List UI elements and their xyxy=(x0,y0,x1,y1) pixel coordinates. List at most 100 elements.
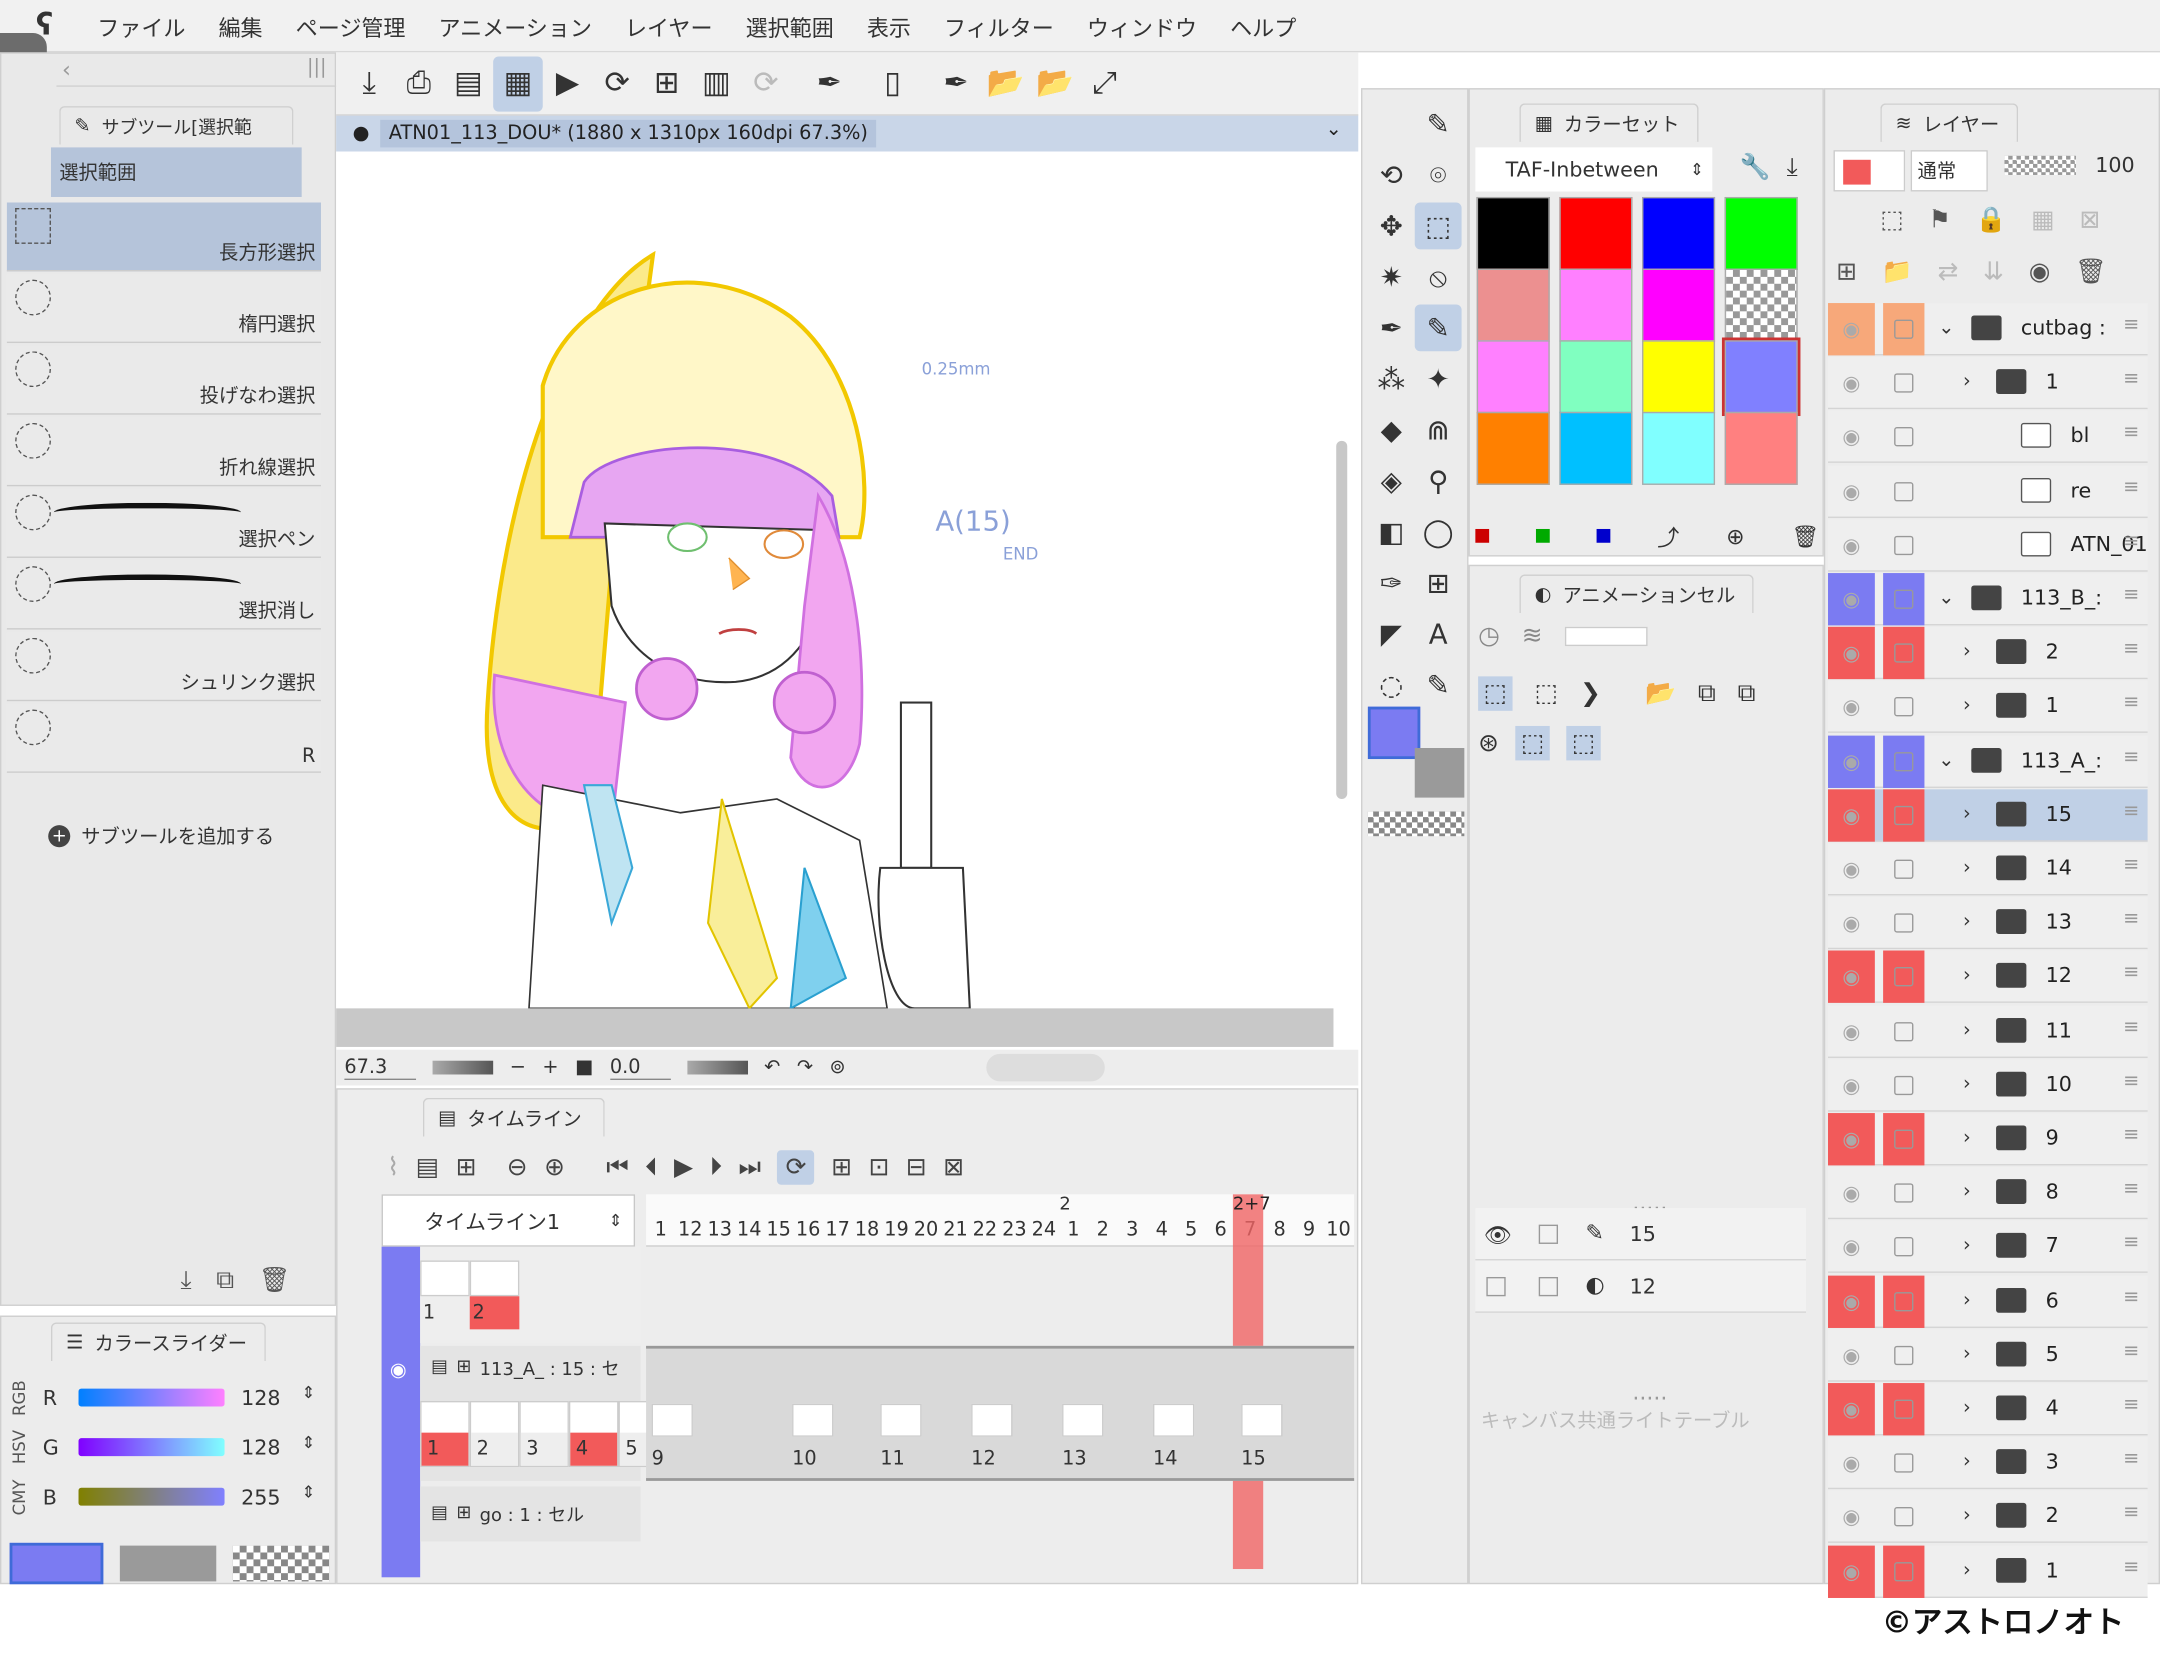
play-timeline-icon[interactable]: ▶ xyxy=(674,1152,693,1181)
layer-row[interactable]: ◉ › 9 ≡ xyxy=(1828,1113,2148,1166)
menu-icon[interactable]: ≡ xyxy=(2123,530,2139,552)
expand-arrow-icon[interactable]: › xyxy=(1963,1019,1971,1041)
ref-icon[interactable]: ⚑ xyxy=(1929,205,1951,234)
menu-item[interactable]: ファイル xyxy=(97,9,185,42)
layer-check[interactable] xyxy=(1883,1329,1924,1381)
eye-icon[interactable]: ◉ xyxy=(1828,1545,1875,1598)
check-box[interactable] xyxy=(1538,1224,1559,1244)
ruler-icon[interactable]: ◤ xyxy=(1368,610,1415,657)
import-icon[interactable]: ⤓ xyxy=(180,1266,191,1295)
sub-color-tool[interactable] xyxy=(1414,748,1465,798)
menu-item[interactable]: ページ管理 xyxy=(296,9,406,42)
menu-icon[interactable]: ≡ xyxy=(2123,1232,2139,1254)
color-swatch[interactable] xyxy=(1476,411,1550,485)
mask-icon[interactable]: ⊠ xyxy=(2080,205,2101,234)
delete-color-icon[interactable]: 🗑 xyxy=(1791,523,1819,549)
layer-row[interactable]: ◉ › 5 ≡ xyxy=(1828,1329,2148,1382)
layer-row[interactable]: ◉ ⌄ cutbag : ≡ xyxy=(1828,303,2148,356)
layer-check[interactable] xyxy=(1883,1167,1924,1219)
play-icon[interactable]: ▶ xyxy=(543,56,593,111)
frame-number[interactable]: 6 xyxy=(1206,1219,1235,1241)
menu-item[interactable]: フィルター xyxy=(944,9,1054,42)
timer-icon[interactable]: ◷ xyxy=(1478,621,1500,650)
color-mode-tab[interactable]: HSV xyxy=(10,1431,38,1465)
key-thumbnail[interactable] xyxy=(971,1403,1013,1437)
mask-add-icon[interactable]: ◉ xyxy=(2029,258,2051,287)
new-timeline-icon[interactable]: ⊞ xyxy=(456,1152,477,1181)
subtool-item[interactable]: 折れ線選択 xyxy=(6,417,321,487)
fullscreen-icon[interactable]: ⤢ xyxy=(1080,56,1130,111)
layer-check[interactable] xyxy=(1883,1005,1924,1057)
shape-circle-icon[interactable]: ◯ xyxy=(1415,508,1462,555)
expand-arrow-icon[interactable]: › xyxy=(1963,1181,1971,1203)
expand-arrow-icon[interactable]: › xyxy=(1963,965,1971,987)
menu-icon[interactable]: ≡ xyxy=(2123,368,2139,390)
color-swatch[interactable] xyxy=(1721,337,1801,417)
expand-arrow-icon[interactable]: ⌄ xyxy=(1938,587,1954,609)
rotate-right-icon[interactable]: ↷ xyxy=(797,1057,813,1079)
film-icon[interactable]: ▤ xyxy=(444,56,494,111)
expand-arrow-icon[interactable]: › xyxy=(1963,1289,1971,1311)
transparent-swatch[interactable] xyxy=(232,1545,330,1582)
grip-icon[interactable]: ||| xyxy=(307,56,327,78)
layer-check[interactable] xyxy=(1883,681,1924,733)
menu-icon[interactable]: ≡ xyxy=(2123,1286,2139,1308)
lightbox-icon[interactable]: ⊠ xyxy=(943,1152,964,1181)
frame-number[interactable]: 24 xyxy=(1029,1219,1058,1241)
select-rect-icon[interactable]: ⬚ xyxy=(1414,202,1462,250)
layer-row[interactable]: ◉ › 11 ≡ xyxy=(1828,1005,2148,1058)
new-cel-icon[interactable]: ⊞ xyxy=(642,56,692,111)
layers-icon[interactable]: ≋ xyxy=(1522,621,1543,650)
zoom-value[interactable]: 67.3 xyxy=(344,1056,417,1080)
expand-arrow-icon[interactable]: › xyxy=(1963,857,1971,879)
next-frame-icon[interactable]: ⏵ xyxy=(710,1152,722,1181)
layer-check[interactable] xyxy=(1883,843,1924,895)
move-icon[interactable]: ✥ xyxy=(1368,202,1415,249)
chevron-left-icon[interactable]: ‹ xyxy=(62,56,71,82)
check-box[interactable] xyxy=(1486,1276,1506,1297)
gradient-icon[interactable]: ◧ xyxy=(1368,508,1415,555)
key-thumbnail[interactable] xyxy=(651,1403,693,1437)
key-thumbnail[interactable] xyxy=(1153,1403,1195,1437)
new-layer-icon[interactable]: ⊞ xyxy=(1836,258,1857,287)
frame-number[interactable]: 1 xyxy=(1059,1219,1088,1241)
green-chip[interactable] xyxy=(1535,528,1550,543)
device-icon[interactable]: ▯ xyxy=(868,56,918,111)
add-subtool-button[interactable]: + サブツールを追加する xyxy=(48,822,274,850)
layer-row[interactable]: ◉ › 7 ≡ xyxy=(1828,1221,2148,1274)
lasso-rotate-icon[interactable]: ⟲ xyxy=(1368,152,1415,199)
transfer-icon[interactable]: ⇄ xyxy=(1938,258,1959,287)
layer-row[interactable]: ◉ › 10 ≡ xyxy=(1828,1059,2148,1112)
graph-icon[interactable]: ⌇ xyxy=(387,1152,399,1181)
rotate-left-icon[interactable]: ↶ xyxy=(764,1057,780,1079)
frame-icon[interactable]: ⊞ xyxy=(1415,559,1462,606)
eye-icon[interactable]: ◉ xyxy=(1828,357,1875,409)
loop-timeline-icon[interactable]: ⟳ xyxy=(777,1149,815,1185)
frame-number[interactable]: 23 xyxy=(1000,1219,1029,1241)
color-swatch[interactable] xyxy=(1476,340,1550,414)
color-mode-tab[interactable]: CMY xyxy=(10,1480,38,1516)
folder-open-icon[interactable]: 📂 xyxy=(981,56,1031,111)
menu-icon[interactable]: ≡ xyxy=(2123,746,2139,768)
eye-icon[interactable]: ◉ xyxy=(1828,1113,1875,1166)
canvas-tab[interactable]: ● ATN01_113_DOU* (1880 x 1310px 160dpi 6… xyxy=(336,115,1359,152)
first-frame-icon[interactable]: ⏮ xyxy=(606,1152,628,1181)
check-box[interactable] xyxy=(1538,1276,1559,1297)
specify-cel-icon[interactable]: ⊡ xyxy=(869,1152,890,1181)
eye-icon[interactable]: ◉ xyxy=(1828,789,1875,842)
frame-number[interactable]: 8 xyxy=(1265,1219,1294,1241)
expand-icon[interactable]: ⊞ xyxy=(456,1357,471,1378)
frame-number[interactable]: 4 xyxy=(1147,1219,1176,1241)
layer-row[interactable]: ◉ ⌄ 113_B_: ≡ xyxy=(1828,573,2148,626)
layer-color-chip[interactable] xyxy=(1833,150,1906,192)
expand-arrow-icon[interactable]: › xyxy=(1963,641,1971,663)
color-set-tab[interactable]: ▦ カラーセット xyxy=(1519,103,1699,142)
add-color-icon[interactable]: ⊕ xyxy=(1726,523,1744,549)
prev-frame-icon[interactable]: ⏴ xyxy=(645,1152,657,1181)
layer-row[interactable]: ◉ ATN_01 ≡ xyxy=(1828,519,2148,572)
track2-cell[interactable]: 2 xyxy=(469,1400,520,1468)
expand-arrow-icon[interactable]: › xyxy=(1963,1451,1971,1473)
marker-icon[interactable]: ✎ xyxy=(1414,304,1462,352)
channel-value[interactable]: 128 xyxy=(241,1435,280,1460)
lock-icon[interactable]: 🔒 xyxy=(1976,205,2007,234)
